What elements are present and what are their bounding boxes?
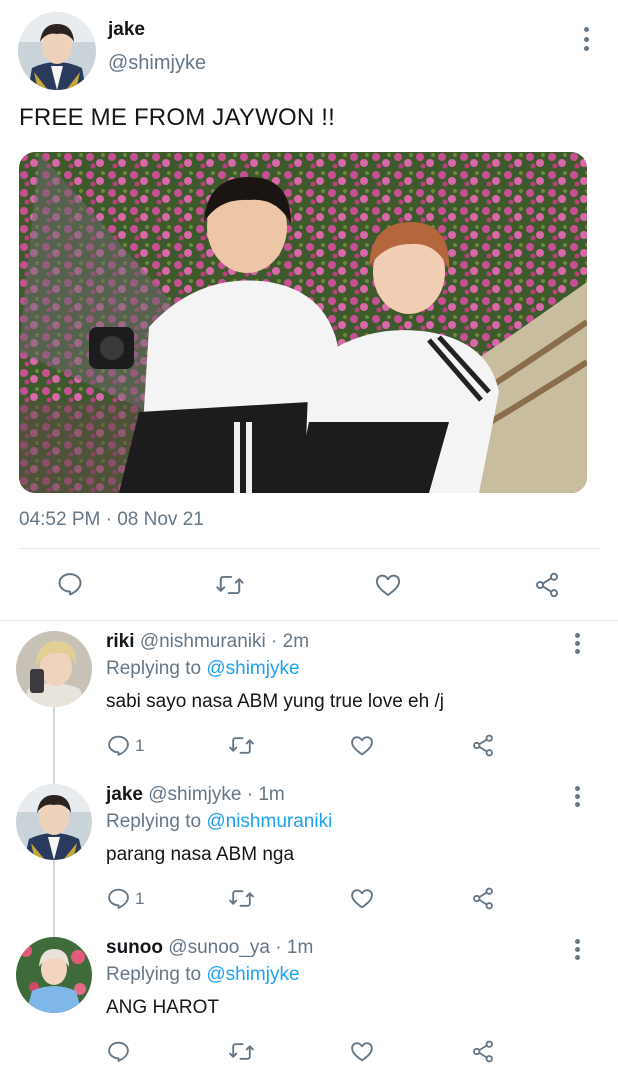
share-icon	[473, 887, 493, 910]
reply-icon	[108, 735, 129, 756]
like-button[interactable]	[373, 571, 403, 599]
replying-to-label: Replying to	[106, 658, 202, 679]
reply-tweet[interactable]: riki @nishmuraniki · 2m Replying to @shi…	[0, 621, 618, 771]
like-icon	[375, 574, 401, 596]
reply-author-name[interactable]: riki	[106, 631, 135, 652]
reply-age[interactable]: 2m	[283, 631, 309, 652]
reply-age[interactable]: 1m	[258, 784, 284, 805]
like-icon	[351, 736, 373, 756]
reply-text: ANG HAROT	[106, 997, 219, 1018]
replying-to-label: Replying to	[106, 964, 202, 985]
author-handle[interactable]: @shimjyke	[108, 52, 206, 75]
reply-tweet[interactable]: jake @shimjyke · 1m Replying to @nishmur…	[0, 774, 618, 924]
author-name[interactable]: jake	[108, 19, 145, 41]
like-button[interactable]	[349, 886, 375, 911]
more-options-icon[interactable]	[572, 633, 582, 654]
more-options-icon[interactable]	[581, 27, 591, 51]
separator: ·	[241, 784, 259, 805]
author-avatar[interactable]	[18, 12, 96, 90]
replying-to-mention[interactable]: @nishmuraniki	[206, 811, 332, 832]
reply-author-name[interactable]: sunoo	[106, 937, 163, 958]
reply-button[interactable]	[56, 570, 84, 598]
tweet-timestamp[interactable]: 04:52 PM · 08 Nov 21	[19, 509, 204, 531]
more-options-icon[interactable]	[572, 939, 582, 960]
share-icon	[473, 1040, 493, 1063]
like-button[interactable]	[349, 733, 375, 758]
reply-button[interactable]	[106, 1039, 135, 1064]
reply-avatar[interactable]	[16, 937, 92, 1013]
like-icon	[351, 889, 373, 909]
reply-avatar[interactable]	[16, 631, 92, 707]
reply-author-handle[interactable]: @sunoo_ya	[168, 937, 270, 958]
reply-author-name[interactable]: jake	[106, 784, 143, 805]
replying-to: Replying to @shimjyke	[106, 658, 300, 680]
reply-tweet[interactable]: sunoo @sunoo_ya · 1m Replying to @shimjy…	[0, 927, 618, 1077]
retweet-icon	[229, 1043, 254, 1060]
retweet-button[interactable]	[228, 886, 255, 911]
tweet-photo[interactable]	[19, 152, 587, 493]
replying-to-mention[interactable]: @shimjyke	[206, 658, 299, 679]
reply-icon	[58, 573, 82, 596]
share-icon	[535, 572, 559, 598]
reply-header: sunoo @sunoo_ya · 1m	[106, 937, 313, 959]
tweet-text: FREE ME FROM JAYWON !!	[19, 104, 335, 131]
reply-text: sabi sayo nasa ABM yung true love eh /j	[106, 691, 444, 712]
retweet-icon	[216, 575, 244, 595]
retweet-icon	[229, 890, 254, 907]
reply-age[interactable]: 1m	[287, 937, 313, 958]
reply-header: riki @nishmuraniki · 2m	[106, 631, 309, 653]
share-button[interactable]	[470, 733, 496, 758]
reply-icon	[108, 888, 129, 909]
share-icon	[473, 734, 493, 757]
retweet-button[interactable]	[228, 733, 255, 758]
separator: ·	[269, 937, 287, 958]
retweet-button[interactable]	[228, 1039, 255, 1064]
replying-to-mention[interactable]: @shimjyke	[206, 964, 299, 985]
reply-header: jake @shimjyke · 1m	[106, 784, 285, 806]
reply-avatar[interactable]	[16, 784, 92, 860]
share-button[interactable]	[470, 1039, 496, 1064]
reply-count: 1	[135, 735, 145, 755]
reply-author-handle[interactable]: @nishmuraniki	[140, 631, 266, 652]
separator: ·	[265, 631, 283, 652]
share-button[interactable]	[470, 886, 496, 911]
replying-to-label: Replying to	[106, 811, 202, 832]
reply-count: 1	[135, 888, 145, 908]
replying-to: Replying to @nishmuraniki	[106, 811, 332, 833]
share-button[interactable]	[532, 571, 562, 599]
replying-to: Replying to @shimjyke	[106, 964, 300, 986]
reply-button[interactable]: 1	[106, 886, 144, 911]
reply-text: parang nasa ABM nga	[106, 844, 295, 865]
retweet-icon	[229, 737, 254, 754]
reply-icon	[108, 1041, 129, 1062]
like-button[interactable]	[349, 1039, 375, 1064]
like-icon	[351, 1042, 373, 1062]
divider	[19, 548, 600, 549]
more-options-icon[interactable]	[572, 786, 582, 807]
retweet-button[interactable]	[215, 571, 245, 599]
reply-author-handle[interactable]: @shimjyke	[148, 784, 241, 805]
reply-button[interactable]: 1	[106, 733, 144, 758]
